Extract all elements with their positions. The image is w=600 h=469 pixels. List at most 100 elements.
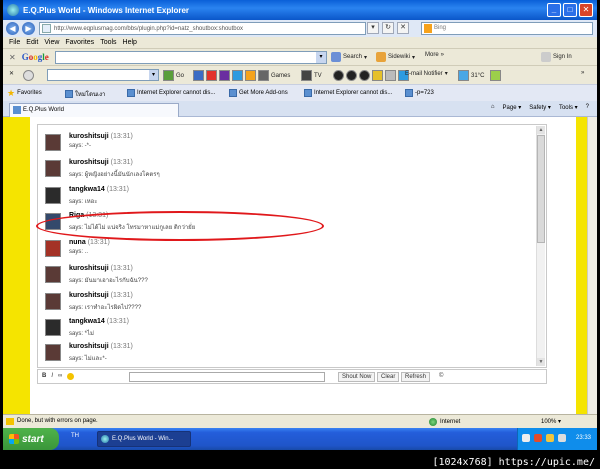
toolbar2-close-icon[interactable]: ✕ — [9, 70, 14, 77]
star-icon[interactable]: ★ — [7, 88, 15, 99]
shout-message: kuroshitsuji (13:31) says: ไม่และ*- — [45, 341, 515, 367]
shout-message: nuna (13:31) says: .. — [45, 237, 515, 263]
scroll-up-icon[interactable]: ▲ — [537, 126, 545, 134]
tv-button[interactable]: TV — [301, 70, 322, 81]
shout-time: (13:31) — [106, 186, 129, 193]
menu-favorites[interactable]: Favorites — [65, 39, 94, 46]
avatar — [45, 160, 61, 177]
shout-username[interactable]: kuroshitsuji — [69, 292, 109, 299]
favorite-item-1[interactable]: Internet Explorer cannot dis... — [127, 89, 215, 97]
watermark: [1024x768] https://upic.me/ — [432, 457, 595, 468]
tray-icon[interactable] — [534, 434, 542, 442]
shout-message: kuroshitsuji (13:31) says: เราทำอะไรผิดไ… — [45, 290, 515, 316]
refresh-icon[interactable]: ↻ — [382, 22, 394, 34]
address-dropdown-button[interactable]: ▾ — [367, 22, 379, 34]
more-button[interactable]: More » — [425, 52, 444, 58]
folder-icon — [372, 70, 383, 81]
shoutbox-messages[interactable]: kuroshitsuji (13:31) says: -*- kuroshits… — [37, 124, 547, 368]
minimize-button[interactable]: _ — [547, 3, 561, 17]
clock: 23:33 — [575, 435, 591, 441]
chevron-down-icon[interactable]: ▾ — [316, 52, 326, 63]
menu-view[interactable]: View — [44, 39, 59, 46]
toolbar2-more-icon[interactable]: » — [581, 70, 584, 76]
weather-button[interactable]: 31°C — [458, 70, 484, 81]
command-page[interactable]: Page ▾ — [503, 104, 522, 111]
volume-icon[interactable] — [558, 434, 566, 442]
smiley-icon[interactable] — [67, 373, 75, 380]
shout-username[interactable]: tangkwa14 — [69, 186, 105, 193]
command-safety[interactable]: Safety ▾ — [529, 104, 551, 111]
facebook-icon — [193, 70, 204, 81]
shout-message-input[interactable] — [129, 372, 325, 382]
go-button[interactable]: Go — [163, 70, 184, 81]
email-notifier-button[interactable]: E-mail Notifier ▾ — [405, 70, 448, 78]
sidewiki-button[interactable]: Sidewiki ▾ — [376, 52, 415, 62]
back-button[interactable]: ◀ — [6, 22, 19, 35]
maximize-button[interactable]: □ — [563, 3, 577, 17]
shout-message: tangkwa14 (13:31) says: *ไม่ — [45, 316, 515, 342]
chevron-down-icon[interactable]: ▾ — [149, 70, 158, 80]
shout-username[interactable]: kuroshitsuji — [69, 133, 109, 140]
security-zone[interactable]: Internet — [429, 418, 460, 426]
title-bar[interactable]: E.Q.Plus World - Windows Internet Explor… — [3, 0, 597, 20]
close-button[interactable]: ✕ — [579, 3, 593, 17]
page-icon — [65, 90, 73, 98]
avatar — [45, 344, 61, 361]
shoutbox-scrollbar[interactable]: ▲ ▼ — [536, 126, 545, 366]
bing-search-input[interactable]: Bing — [421, 22, 593, 35]
red-highlight-ellipse — [36, 211, 324, 241]
address-bar[interactable]: http://www.eqplusmag.com/bbs/plugin.php?… — [39, 22, 366, 35]
menu-file[interactable]: File — [9, 39, 20, 46]
google-search-input[interactable]: ▾ — [55, 51, 327, 64]
scroll-down-icon[interactable]: ▼ — [537, 358, 545, 366]
zoom-level[interactable]: 100% ▾ — [541, 418, 561, 425]
forward-button[interactable]: ▶ — [22, 22, 35, 35]
page-footer — [30, 387, 560, 414]
help-icon[interactable]: ? — [586, 104, 589, 111]
stop-icon[interactable]: ✕ — [397, 22, 409, 34]
app-icons[interactable] — [193, 70, 256, 81]
italic-button[interactable]: I — [51, 373, 53, 380]
shout-username[interactable]: kuroshitsuji — [69, 265, 109, 272]
refresh-button[interactable]: Refresh — [401, 372, 431, 382]
google-search-button[interactable]: Search ▾ — [331, 52, 367, 62]
menu-help[interactable]: Help — [123, 39, 137, 46]
record-icon — [346, 70, 357, 81]
shout-username[interactable]: tangkwa14 — [69, 318, 105, 325]
sidewiki-icon — [376, 52, 386, 62]
favorite-item-2[interactable]: Get More Add-ons — [229, 89, 288, 97]
warning-icon[interactable] — [6, 418, 14, 425]
shout-now-button[interactable]: Shout Now — [338, 372, 376, 382]
menu-edit[interactable]: Edit — [26, 39, 38, 46]
tray-icon[interactable] — [546, 434, 554, 442]
plugin-icon[interactable] — [490, 70, 501, 81]
scroll-thumb[interactable] — [537, 135, 545, 243]
command-tools[interactable]: Tools ▾ — [559, 104, 578, 111]
sign-in-button[interactable]: Sign In — [541, 52, 572, 62]
window-scrollbar[interactable] — [587, 117, 597, 414]
link-button[interactable]: ∞ — [58, 373, 62, 380]
tray-icon[interactable] — [522, 434, 530, 442]
toolbar-close-icon[interactable]: ✕ — [9, 53, 16, 62]
bold-button[interactable]: B — [42, 373, 46, 380]
language-indicator[interactable]: TH — [71, 433, 79, 439]
favorite-item-4[interactable]: -p=723 — [405, 89, 434, 97]
start-button[interactable]: start — [3, 428, 59, 450]
shout-username[interactable]: kuroshitsuji — [69, 159, 109, 166]
favorites-label[interactable]: Favorites — [17, 90, 42, 96]
home-icon[interactable]: ⌂ — [491, 104, 495, 111]
page-icon — [13, 106, 21, 114]
addon-search-input[interactable]: ▾ — [47, 69, 159, 81]
favorite-item-3[interactable]: Internet Explorer cannot dis... — [304, 89, 392, 97]
shout-time: (13:31) — [110, 343, 133, 350]
menu-tools[interactable]: Tools — [100, 39, 116, 46]
favorite-item-0[interactable]: ใหม่โดนเงา — [65, 89, 105, 99]
games-button[interactable]: Games — [258, 70, 290, 81]
media-icons[interactable] — [333, 70, 409, 81]
taskbar-item-ie[interactable]: E.Q.Plus World - Win... — [97, 431, 191, 447]
tab-eqplus-world[interactable]: E.Q.Plus World — [9, 103, 179, 117]
shout-username[interactable]: kuroshitsuji — [69, 343, 109, 350]
clear-button[interactable]: Clear — [377, 372, 400, 382]
shout-username[interactable]: nuna — [69, 239, 86, 246]
addon-logo-icon — [23, 70, 34, 81]
